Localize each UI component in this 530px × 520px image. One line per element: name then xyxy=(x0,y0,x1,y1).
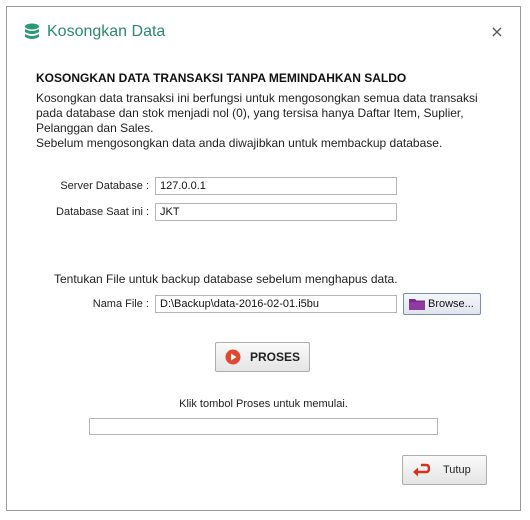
play-icon xyxy=(225,349,241,365)
section-heading: KOSONGKAN DATA TRANSAKSI TANPA MEMINDAHK… xyxy=(36,71,407,85)
backup-warning-text: Sebelum mengosongkan data anda diwajibka… xyxy=(36,136,443,150)
description: Kosongkan data transaksi ini berfungsi u… xyxy=(36,91,506,151)
server-database-input[interactable] xyxy=(155,177,397,195)
browse-label: Browse... xyxy=(428,298,474,310)
file-name-input[interactable] xyxy=(155,295,397,313)
return-arrow-icon xyxy=(413,463,430,477)
proses-button[interactable]: PROSES xyxy=(215,342,310,372)
close-button[interactable]: × xyxy=(488,23,506,41)
progress-bar xyxy=(89,418,438,435)
backup-hint: Tentukan File untuk backup database sebe… xyxy=(54,272,398,286)
browse-button[interactable]: Browse... xyxy=(403,293,481,315)
database-icon xyxy=(25,23,39,39)
current-database-input[interactable] xyxy=(155,203,397,221)
description-text: Kosongkan data transaksi ini berfungsi u… xyxy=(36,91,478,135)
server-database-label: Server Database : xyxy=(60,180,149,192)
kosongkan-data-dialog: Kosongkan Data × KOSONGKAN DATA TRANSAKS… xyxy=(6,6,521,511)
tutup-button[interactable]: Tutup xyxy=(402,455,487,485)
window-title: Kosongkan Data xyxy=(47,23,166,40)
tutup-label: Tutup xyxy=(443,464,471,476)
current-database-label: Database Saat ini : xyxy=(56,206,149,218)
title-bar: Kosongkan Data × xyxy=(7,7,520,59)
file-name-label: Nama File : xyxy=(92,298,149,310)
proses-label: PROSES xyxy=(250,350,301,364)
status-text: Klik tombol Proses untuk memulai. xyxy=(179,398,348,410)
folder-icon xyxy=(409,299,425,310)
